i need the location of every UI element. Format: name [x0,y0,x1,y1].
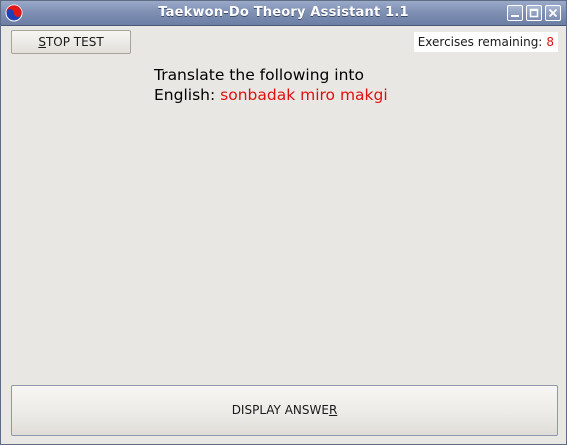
exercises-remaining-count: 8 [546,35,554,49]
question-line-2: English: sonbadak miro makgi [154,85,388,105]
stop-test-button[interactable]: STOP TEST [11,30,131,54]
display-answer-label: DISPLAY ANSWE [231,403,329,417]
maximize-button[interactable] [526,5,542,21]
close-button[interactable] [545,5,561,21]
question-line-1: Translate the following into [154,66,364,84]
title-bar[interactable]: Taekwon-Do Theory Assistant 1.1 [1,1,566,26]
close-icon [548,8,558,18]
exercises-remaining-label: Exercises remaining: [417,35,543,49]
minimize-icon [511,15,519,17]
window-title: Taekwon-Do Theory Assistant 1.1 [158,5,409,20]
app-window: Taekwon-Do Theory Assistant 1.1 STOP TES… [0,0,567,445]
question-language: English: [154,86,216,104]
stop-test-label: TOP TEST [45,35,104,49]
maximize-icon [529,8,539,18]
display-answer-button[interactable]: DISPLAY ANSWER [11,385,558,436]
exercises-remaining: Exercises remaining: 8 [413,32,558,52]
question-term: sonbadak miro makgi [220,86,388,104]
question-prompt: Translate the following into English: so… [154,65,388,105]
minimize-button[interactable] [507,5,523,21]
stop-test-mnemonic: S [38,35,46,49]
display-answer-mnemonic: R [328,403,338,417]
